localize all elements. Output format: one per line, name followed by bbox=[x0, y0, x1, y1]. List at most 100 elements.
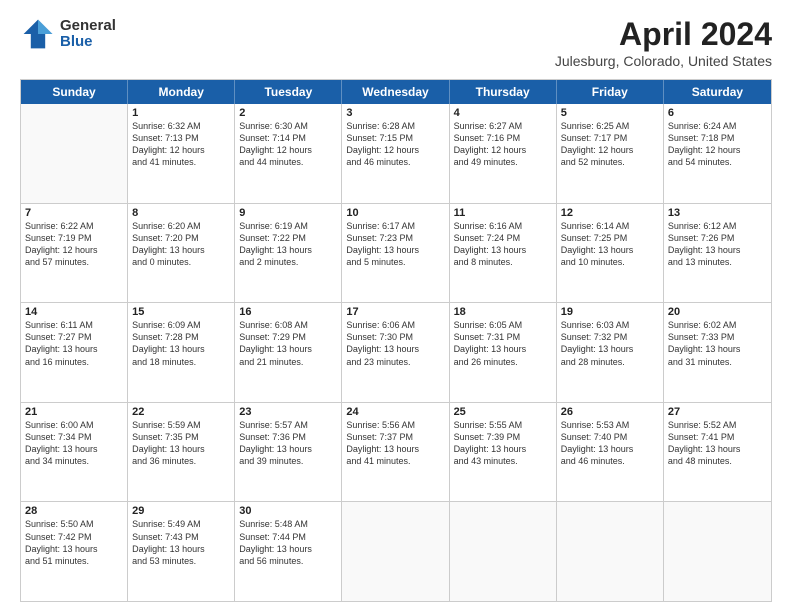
cell-info-line: Sunrise: 6:28 AM bbox=[346, 120, 444, 132]
calendar-cell: 24Sunrise: 5:56 AMSunset: 7:37 PMDayligh… bbox=[342, 403, 449, 502]
calendar-cell: 29Sunrise: 5:49 AMSunset: 7:43 PMDayligh… bbox=[128, 502, 235, 601]
calendar-cell: 22Sunrise: 5:59 AMSunset: 7:35 PMDayligh… bbox=[128, 403, 235, 502]
calendar-cell bbox=[21, 104, 128, 203]
cell-info-line: Sunrise: 6:22 AM bbox=[25, 220, 123, 232]
cell-info-line: and 26 minutes. bbox=[454, 356, 552, 368]
cell-info-line: Sunset: 7:37 PM bbox=[346, 431, 444, 443]
cell-info-line: Sunset: 7:29 PM bbox=[239, 331, 337, 343]
calendar-cell: 10Sunrise: 6:17 AMSunset: 7:23 PMDayligh… bbox=[342, 204, 449, 303]
cell-info-line: Sunrise: 6:09 AM bbox=[132, 319, 230, 331]
cell-info-line: Sunrise: 6:12 AM bbox=[668, 220, 767, 232]
calendar-cell: 23Sunrise: 5:57 AMSunset: 7:36 PMDayligh… bbox=[235, 403, 342, 502]
cell-info-line: Daylight: 12 hours bbox=[239, 144, 337, 156]
cell-info-line: Sunset: 7:30 PM bbox=[346, 331, 444, 343]
calendar-cell: 21Sunrise: 6:00 AMSunset: 7:34 PMDayligh… bbox=[21, 403, 128, 502]
cell-info-line: Sunset: 7:31 PM bbox=[454, 331, 552, 343]
page: General Blue April 2024 Julesburg, Color… bbox=[0, 0, 792, 612]
calendar-cell: 30Sunrise: 5:48 AMSunset: 7:44 PMDayligh… bbox=[235, 502, 342, 601]
cell-info-line: and 31 minutes. bbox=[668, 356, 767, 368]
calendar-cell: 25Sunrise: 5:55 AMSunset: 7:39 PMDayligh… bbox=[450, 403, 557, 502]
calendar-cell: 18Sunrise: 6:05 AMSunset: 7:31 PMDayligh… bbox=[450, 303, 557, 402]
cell-info-line: Sunset: 7:41 PM bbox=[668, 431, 767, 443]
cell-info-line: Sunset: 7:22 PM bbox=[239, 232, 337, 244]
logo: General Blue bbox=[20, 16, 116, 52]
day-number: 28 bbox=[25, 505, 123, 517]
cell-info-line: Sunset: 7:42 PM bbox=[25, 531, 123, 543]
day-number: 25 bbox=[454, 406, 552, 418]
cell-info-line: Sunset: 7:19 PM bbox=[25, 232, 123, 244]
cell-info-line: and 16 minutes. bbox=[25, 356, 123, 368]
cell-info-line: Sunrise: 6:00 AM bbox=[25, 419, 123, 431]
day-number: 4 bbox=[454, 107, 552, 119]
day-number: 14 bbox=[25, 306, 123, 318]
cal-header-day: Wednesday bbox=[342, 80, 449, 104]
calendar-header: SundayMondayTuesdayWednesdayThursdayFrid… bbox=[21, 80, 771, 104]
cell-info-line: Daylight: 12 hours bbox=[25, 244, 123, 256]
cell-info-line: Daylight: 13 hours bbox=[25, 343, 123, 355]
cell-info-line: Sunset: 7:20 PM bbox=[132, 232, 230, 244]
day-number: 29 bbox=[132, 505, 230, 517]
logo-text: General Blue bbox=[60, 18, 116, 51]
calendar-row: 7Sunrise: 6:22 AMSunset: 7:19 PMDaylight… bbox=[21, 204, 771, 304]
cell-info-line: Sunrise: 6:32 AM bbox=[132, 120, 230, 132]
cell-info-line: Daylight: 13 hours bbox=[132, 443, 230, 455]
day-number: 23 bbox=[239, 406, 337, 418]
calendar-cell: 27Sunrise: 5:52 AMSunset: 7:41 PMDayligh… bbox=[664, 403, 771, 502]
cell-info-line: Sunrise: 6:24 AM bbox=[668, 120, 767, 132]
cell-info-line: and 44 minutes. bbox=[239, 156, 337, 168]
cell-info-line: Sunset: 7:24 PM bbox=[454, 232, 552, 244]
cell-info-line: Daylight: 13 hours bbox=[239, 543, 337, 555]
cell-info-line: and 39 minutes. bbox=[239, 455, 337, 467]
subtitle: Julesburg, Colorado, United States bbox=[555, 53, 772, 69]
calendar-row: 1Sunrise: 6:32 AMSunset: 7:13 PMDaylight… bbox=[21, 104, 771, 204]
cell-info-line: Sunrise: 6:30 AM bbox=[239, 120, 337, 132]
calendar-cell: 11Sunrise: 6:16 AMSunset: 7:24 PMDayligh… bbox=[450, 204, 557, 303]
calendar-cell: 19Sunrise: 6:03 AMSunset: 7:32 PMDayligh… bbox=[557, 303, 664, 402]
calendar-row: 14Sunrise: 6:11 AMSunset: 7:27 PMDayligh… bbox=[21, 303, 771, 403]
calendar-cell: 4Sunrise: 6:27 AMSunset: 7:16 PMDaylight… bbox=[450, 104, 557, 203]
cell-info-line: Daylight: 13 hours bbox=[454, 244, 552, 256]
cell-info-line: Sunrise: 5:59 AM bbox=[132, 419, 230, 431]
cell-info-line: and 46 minutes. bbox=[346, 156, 444, 168]
day-number: 26 bbox=[561, 406, 659, 418]
cell-info-line: Sunrise: 5:50 AM bbox=[25, 518, 123, 530]
cell-info-line: Daylight: 13 hours bbox=[454, 343, 552, 355]
calendar-cell: 20Sunrise: 6:02 AMSunset: 7:33 PMDayligh… bbox=[664, 303, 771, 402]
cell-info-line: and 43 minutes. bbox=[454, 455, 552, 467]
day-number: 22 bbox=[132, 406, 230, 418]
day-number: 18 bbox=[454, 306, 552, 318]
cell-info-line: Sunset: 7:13 PM bbox=[132, 132, 230, 144]
cell-info-line: Daylight: 13 hours bbox=[454, 443, 552, 455]
cell-info-line: Sunset: 7:34 PM bbox=[25, 431, 123, 443]
calendar-cell: 1Sunrise: 6:32 AMSunset: 7:13 PMDaylight… bbox=[128, 104, 235, 203]
cell-info-line: Sunrise: 6:14 AM bbox=[561, 220, 659, 232]
cell-info-line: Sunrise: 5:57 AM bbox=[239, 419, 337, 431]
calendar-cell: 5Sunrise: 6:25 AMSunset: 7:17 PMDaylight… bbox=[557, 104, 664, 203]
cell-info-line: and 0 minutes. bbox=[132, 256, 230, 268]
cell-info-line: Sunset: 7:16 PM bbox=[454, 132, 552, 144]
cell-info-line: Daylight: 12 hours bbox=[561, 144, 659, 156]
cell-info-line: and 46 minutes. bbox=[561, 455, 659, 467]
cell-info-line: Daylight: 13 hours bbox=[561, 343, 659, 355]
cell-info-line: Sunset: 7:43 PM bbox=[132, 531, 230, 543]
cell-info-line: Sunrise: 6:06 AM bbox=[346, 319, 444, 331]
day-number: 15 bbox=[132, 306, 230, 318]
cell-info-line: Sunrise: 6:20 AM bbox=[132, 220, 230, 232]
cell-info-line: Sunset: 7:44 PM bbox=[239, 531, 337, 543]
cell-info-line: Daylight: 13 hours bbox=[346, 343, 444, 355]
cell-info-line: Daylight: 12 hours bbox=[346, 144, 444, 156]
calendar-cell: 7Sunrise: 6:22 AMSunset: 7:19 PMDaylight… bbox=[21, 204, 128, 303]
cell-info-line: Sunrise: 6:02 AM bbox=[668, 319, 767, 331]
cell-info-line: Sunrise: 5:55 AM bbox=[454, 419, 552, 431]
cell-info-line: Sunset: 7:15 PM bbox=[346, 132, 444, 144]
cell-info-line: and 51 minutes. bbox=[25, 555, 123, 567]
title-area: April 2024 Julesburg, Colorado, United S… bbox=[555, 16, 772, 69]
cell-info-line: Daylight: 13 hours bbox=[346, 244, 444, 256]
day-number: 16 bbox=[239, 306, 337, 318]
cell-info-line: Daylight: 13 hours bbox=[668, 244, 767, 256]
day-number: 20 bbox=[668, 306, 767, 318]
day-number: 10 bbox=[346, 207, 444, 219]
cell-info-line: Sunset: 7:33 PM bbox=[668, 331, 767, 343]
cell-info-line: Sunset: 7:25 PM bbox=[561, 232, 659, 244]
calendar-cell: 6Sunrise: 6:24 AMSunset: 7:18 PMDaylight… bbox=[664, 104, 771, 203]
